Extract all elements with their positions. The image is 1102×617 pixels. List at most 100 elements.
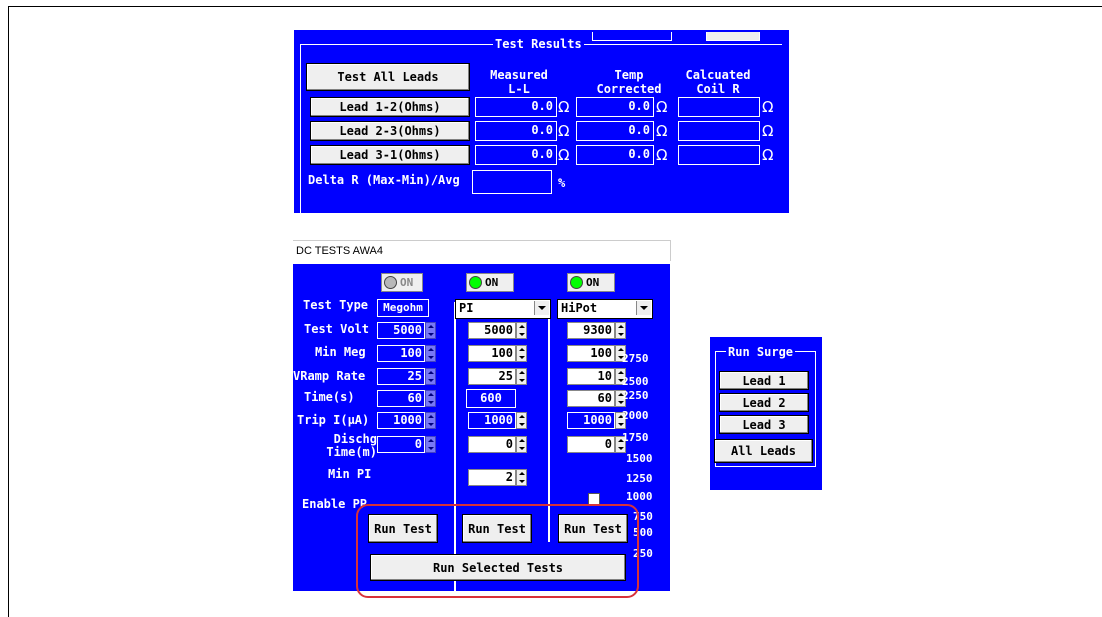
test-type-label: Test Type — [303, 298, 369, 312]
lead-3-1-calc — [678, 145, 760, 165]
col1-dischg[interactable]: 0 — [377, 436, 425, 453]
spinner-icon[interactable] — [425, 368, 436, 385]
axis-tick-label: 1250 — [626, 472, 653, 485]
col-measured-header: Measured L-L — [490, 68, 548, 96]
ohm-unit: Ω — [762, 98, 774, 116]
dischg-label: Dischg Time(m) — [326, 432, 377, 459]
spinner-icon[interactable] — [425, 436, 436, 453]
lead-3-1-temp: 0.0 — [576, 145, 654, 165]
surge-lead-1-button[interactable]: Lead 1 — [719, 371, 809, 390]
chevron-down-icon[interactable] — [636, 301, 651, 315]
lead-2-3-calc — [678, 121, 760, 141]
vramp-label: VRamp Rate — [293, 369, 366, 383]
lead-2-3-temp: 0.0 — [576, 121, 654, 141]
lead-1-2-calc — [678, 97, 760, 117]
col2-on-toggle[interactable]: ON — [466, 273, 514, 292]
surge-all-leads-button[interactable]: All Leads — [714, 439, 813, 463]
spinner-icon[interactable] — [425, 322, 436, 339]
test-volt-label: Test Volt — [304, 322, 370, 336]
col2-vramp[interactable]: 25 — [468, 368, 516, 385]
led-off-icon — [384, 276, 397, 289]
truncated-field — [592, 32, 672, 41]
col1-min-meg[interactable]: 100 — [377, 345, 425, 362]
truncated-control — [706, 32, 760, 41]
spinner-icon[interactable] — [516, 322, 527, 339]
col3-test-type-select[interactable]: HiPot — [557, 299, 653, 319]
ohm-unit: Ω — [656, 122, 668, 140]
lead-3-1-button[interactable]: Lead 3-1(Ohms) — [310, 145, 470, 165]
col3-trip[interactable]: 1000 — [567, 412, 615, 429]
test-results-title: Test Results — [493, 37, 584, 51]
col1-on-toggle[interactable]: ON — [381, 273, 423, 292]
spinner-icon[interactable] — [516, 368, 527, 385]
col-calc-header: Calcuated Coil R — [685, 68, 751, 96]
lead-1-2-button[interactable]: Lead 1-2(Ohms) — [310, 97, 470, 117]
col-temp-header: Temp Corrected — [596, 68, 662, 96]
on-label: ON — [586, 276, 600, 289]
col2-time: 600 — [466, 389, 516, 408]
delta-r-label: Delta R (Max-Min)/Avg — [308, 173, 460, 187]
test-all-leads-button[interactable]: Test All Leads — [306, 63, 470, 91]
col2-test-type-select[interactable]: PI — [455, 299, 551, 319]
chevron-down-icon[interactable] — [534, 301, 549, 315]
ohm-unit: Ω — [762, 146, 774, 164]
spinner-icon[interactable] — [516, 436, 527, 453]
col2-dischg[interactable]: 0 — [468, 436, 516, 453]
led-on-icon — [570, 276, 583, 289]
select-value: PI — [459, 301, 474, 315]
surge-lead-2-button[interactable]: Lead 2 — [719, 393, 809, 412]
time-label: Time(s) — [304, 390, 355, 404]
frame-left — [8, 6, 9, 617]
col3-dischg[interactable]: 0 — [567, 436, 615, 453]
spinner-icon[interactable] — [516, 412, 527, 429]
axis-tick-label: 2250 — [622, 389, 649, 402]
highlight-outline — [356, 504, 639, 598]
col2-min-meg[interactable]: 100 — [468, 345, 516, 362]
col3-on-toggle[interactable]: ON — [567, 273, 615, 292]
col2-test-volt[interactable]: 5000 — [468, 322, 516, 339]
lead-1-2-measured: 0.0 — [475, 97, 557, 117]
surge-lead-3-button[interactable]: Lead 3 — [719, 415, 809, 434]
col1-trip[interactable]: 1000 — [377, 412, 425, 429]
min-pi-label: Min PI — [328, 467, 372, 481]
ohm-unit: Ω — [762, 122, 774, 140]
col1-test-type: Megohm — [377, 299, 429, 317]
run-surge-panel: Run Surge Lead 1 Lead 2 Lead 3 All Leads — [710, 337, 822, 490]
ohm-unit: Ω — [558, 146, 570, 164]
col3-vramp[interactable]: 10 — [567, 368, 615, 385]
run-surge-title: Run Surge — [726, 345, 796, 359]
axis-tick-label: 1500 — [626, 452, 653, 465]
axis-tick-label: 1750 — [622, 431, 649, 444]
spinner-icon[interactable] — [425, 412, 436, 429]
col2-trip[interactable]: 1000 — [468, 412, 516, 429]
led-on-icon — [469, 276, 482, 289]
lead-1-2-temp: 0.0 — [576, 97, 654, 117]
ohm-unit: Ω — [656, 98, 668, 116]
lead-2-3-button[interactable]: Lead 2-3(Ohms) — [310, 121, 470, 141]
col3-test-volt[interactable]: 9300 — [567, 322, 615, 339]
spinner-icon[interactable] — [425, 390, 436, 407]
lead-3-1-measured: 0.0 — [475, 145, 557, 165]
col1-time[interactable]: 60 — [377, 390, 425, 407]
col2-min-pi[interactable]: 2 — [468, 469, 516, 486]
spinner-icon[interactable] — [516, 345, 527, 362]
col1-test-volt[interactable]: 5000 — [377, 322, 425, 339]
spinner-icon[interactable] — [425, 345, 436, 362]
col3-time[interactable]: 60 — [567, 390, 615, 407]
frame-top — [8, 6, 1102, 7]
test-results-panel: Test Results Test All Leads Measured L-L… — [294, 30, 789, 216]
dc-tests-titlebar: DC TESTS AWA4 — [293, 240, 671, 261]
axis-tick-label: 1000 — [626, 490, 653, 503]
axis-tick-label: 2500 — [622, 375, 649, 388]
col3-min-meg[interactable]: 100 — [567, 345, 615, 362]
delta-r-field — [472, 170, 552, 194]
axis-tick-label: 2000 — [622, 409, 649, 422]
ohm-unit: Ω — [558, 122, 570, 140]
spinner-icon[interactable] — [516, 469, 527, 486]
spinner-icon[interactable] — [615, 322, 626, 339]
ohm-unit: Ω — [656, 146, 668, 164]
col1-vramp[interactable]: 25 — [377, 368, 425, 385]
axis-tick-label: 2750 — [622, 352, 649, 365]
trip-label: Trip I(µA) — [297, 413, 370, 427]
percent-label: % — [558, 176, 566, 190]
